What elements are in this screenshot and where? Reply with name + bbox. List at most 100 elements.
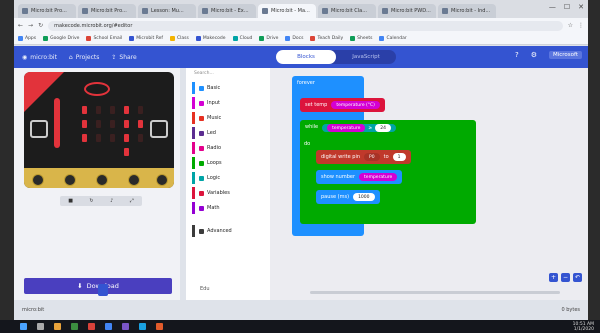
chrome-icon[interactable] xyxy=(88,323,95,330)
url-input[interactable]: makecode.microbit.org/#editor xyxy=(48,20,563,31)
blocks-workspace[interactable]: forever set temp temperature (°C) while … xyxy=(270,68,588,300)
app-icon[interactable] xyxy=(122,323,129,330)
thermometer-slider[interactable] xyxy=(54,98,60,148)
favicon-icon xyxy=(202,8,208,14)
favicon-icon xyxy=(82,8,88,14)
browser-tab[interactable]: Micro:bit PWD... xyxy=(378,4,436,18)
led xyxy=(110,106,115,114)
button-a[interactable] xyxy=(30,120,48,138)
tab-javascript[interactable]: JavaScript xyxy=(336,50,396,64)
search-icon[interactable] xyxy=(37,323,44,330)
bookmark[interactable]: Cloud xyxy=(232,36,252,41)
write-value-field[interactable]: 1 xyxy=(392,153,406,161)
app-icon[interactable] xyxy=(105,323,112,330)
stop-icon[interactable]: ■ xyxy=(68,198,73,204)
mute-icon[interactable]: ♪ xyxy=(110,198,113,204)
projects-button[interactable]: ⌂ Projects xyxy=(69,54,99,61)
bookmark[interactable]: Class xyxy=(170,36,189,41)
undo-icon[interactable]: ↶ xyxy=(573,273,582,282)
bookmark[interactable]: Apps xyxy=(18,36,36,41)
category-logic[interactable]: Logic xyxy=(192,172,266,184)
simulator-controls: ■ ↻ ♪ ⤢ xyxy=(60,196,142,206)
address-bar: ← → ↻ makecode.microbit.org/#editor ☆ ⋮ xyxy=(14,18,588,33)
category-color-bar xyxy=(192,187,195,199)
app-icon[interactable] xyxy=(156,323,163,330)
bookmark[interactable]: Calendar xyxy=(379,36,407,41)
category-variables[interactable]: Variables xyxy=(192,187,266,199)
bookmark[interactable]: Microbit Ref xyxy=(129,36,163,41)
horizontal-scrollbar[interactable] xyxy=(310,291,560,294)
set-temp-block[interactable]: set temp temperature (°C) xyxy=(300,98,385,112)
download-icon: ⬇ xyxy=(77,282,83,290)
category-color-bar xyxy=(192,202,195,214)
restart-icon[interactable]: ↻ xyxy=(89,198,93,204)
browser-tab[interactable]: Lesson: Mu... xyxy=(138,4,196,18)
fullscreen-icon[interactable]: ⤢ xyxy=(130,198,134,204)
reload-icon[interactable]: ↻ xyxy=(38,22,43,29)
browser-tab[interactable]: Micro:bit Pro... xyxy=(78,4,136,18)
minimize-icon[interactable]: — xyxy=(549,3,556,11)
back-icon[interactable]: ← xyxy=(18,22,23,29)
bookmark[interactable]: Google Drive xyxy=(43,36,79,41)
pin-pad[interactable] xyxy=(96,174,108,186)
maximize-icon[interactable]: ☐ xyxy=(564,3,570,11)
bookmark[interactable]: Drive xyxy=(259,36,278,41)
explorer-icon[interactable] xyxy=(54,323,61,330)
pin-pad[interactable] xyxy=(64,174,76,186)
bookmark[interactable]: Makecode xyxy=(195,36,226,41)
bookmark[interactable]: School Email xyxy=(86,36,122,41)
star-icon[interactable]: ☆ xyxy=(568,22,573,29)
close-icon[interactable]: ✕ xyxy=(578,3,584,11)
app-icon[interactable] xyxy=(71,323,78,330)
pin-pad[interactable] xyxy=(128,174,140,186)
category-color-bar xyxy=(192,157,195,169)
temperature-reporter[interactable]: temperature (°C) xyxy=(331,101,380,109)
pin-dropdown[interactable]: P0 xyxy=(364,153,380,161)
home-icon: ⌂ xyxy=(68,53,73,61)
bookmark-icon xyxy=(195,36,201,41)
system-tray: 10:51 AM 1/1/2020 xyxy=(572,322,594,332)
category-basic[interactable]: Basic xyxy=(192,82,266,94)
compare-condition[interactable]: temperature ≥ 24 xyxy=(322,124,396,132)
category-loops[interactable]: Loops xyxy=(192,157,266,169)
menu-icon[interactable]: ⋮ xyxy=(578,22,584,29)
show-value-reporter[interactable]: temperature xyxy=(359,173,398,181)
pin-pad[interactable] xyxy=(156,174,168,186)
browser-tab[interactable]: Micro:bit Pro... xyxy=(18,4,76,18)
bookmark[interactable]: Docs xyxy=(285,36,303,41)
toolbox-search[interactable]: Search... xyxy=(194,71,264,78)
zoom-in-icon[interactable]: + xyxy=(549,273,558,282)
category-input[interactable]: Input xyxy=(192,97,266,109)
browser-tab[interactable]: Micro:bit - Ex... xyxy=(198,4,256,18)
favicon-icon xyxy=(142,8,148,14)
app-icon[interactable] xyxy=(139,323,146,330)
led xyxy=(124,148,129,156)
zoom-out-icon[interactable]: − xyxy=(561,273,570,282)
browser-tab[interactable]: Micro:bit Cla... xyxy=(318,4,376,18)
share-button[interactable]: ⇪ Share xyxy=(111,54,136,61)
digital-write-block[interactable]: digital write pin P0 to 1 xyxy=(316,150,411,164)
pause-block[interactable]: pause (ms) 1000 xyxy=(316,190,380,204)
category-music[interactable]: Music xyxy=(192,112,266,124)
pin-pad[interactable] xyxy=(32,174,44,186)
button-b[interactable] xyxy=(150,120,168,138)
category-math[interactable]: Math xyxy=(192,202,266,214)
bookmark[interactable]: Sheets xyxy=(350,36,372,41)
collapse-simulator-icon[interactable] xyxy=(98,284,108,296)
browser-tab-active[interactable]: Micro:bit - Ma... xyxy=(258,4,316,18)
bookmark-icon xyxy=(18,36,23,41)
browser-tab[interactable]: Micro:bit - Ind... xyxy=(438,4,496,18)
pause-value-field[interactable]: 1000 xyxy=(353,193,375,201)
gear-icon[interactable]: ⚙ xyxy=(531,51,537,59)
show-number-block[interactable]: show number temperature xyxy=(316,170,403,184)
category-led[interactable]: Led xyxy=(192,127,266,139)
tab-blocks[interactable]: Blocks xyxy=(276,50,336,64)
category-radio[interactable]: Radio xyxy=(192,142,266,154)
category-advanced[interactable]: Advanced xyxy=(192,225,266,237)
forward-icon[interactable]: → xyxy=(28,22,33,29)
brand-logo[interactable]: ◉ micro:bit xyxy=(22,54,57,61)
bookmark-icon xyxy=(310,36,316,41)
start-icon[interactable] xyxy=(20,323,27,330)
help-icon[interactable]: ? xyxy=(515,51,519,59)
bookmark[interactable]: Teach Daily xyxy=(310,36,343,41)
